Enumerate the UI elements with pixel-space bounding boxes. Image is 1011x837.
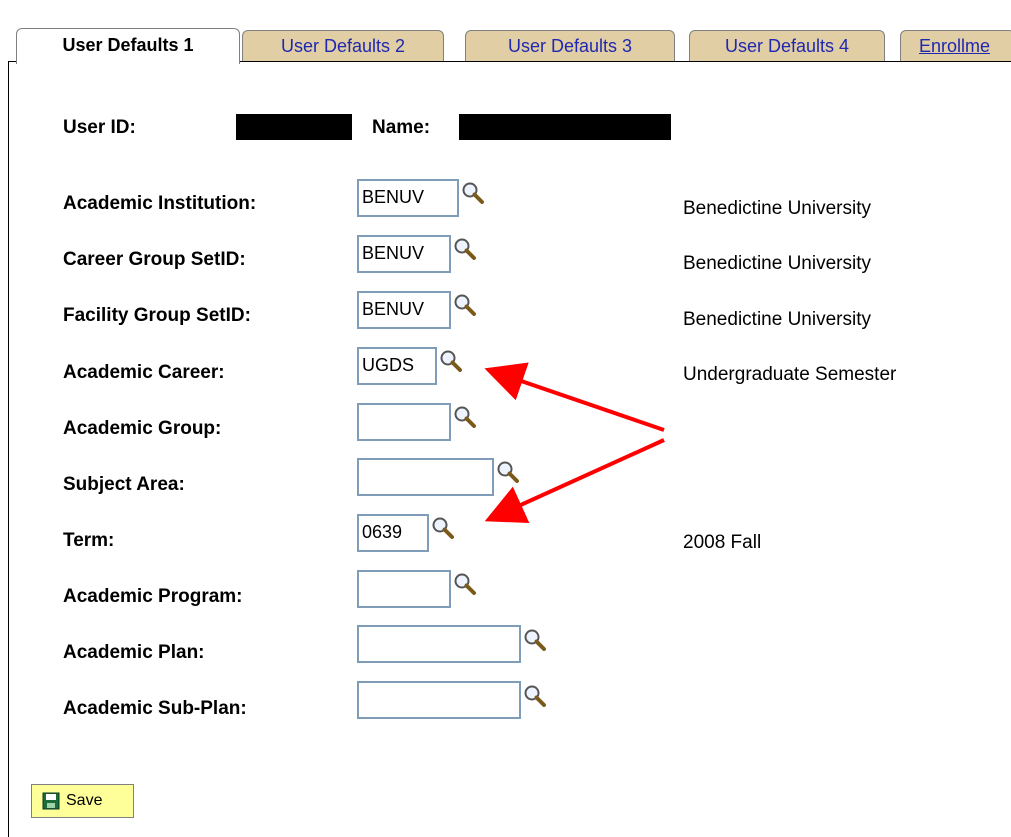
academic-plan-input[interactable]	[357, 625, 521, 663]
facility-group-setid-input[interactable]: BENUV	[357, 291, 451, 329]
tab-user-defaults-3[interactable]: User Defaults 3	[465, 30, 675, 62]
field-label-academic-plan: Academic Plan:	[63, 642, 205, 663]
academic-sub-plan-input[interactable]	[357, 681, 521, 719]
field-label-term: Term:	[63, 530, 115, 551]
tab-label: User Defaults 4	[724, 36, 850, 56]
academic-career-description: Undergraduate Semester	[683, 364, 897, 385]
term-input[interactable]: 0639	[357, 514, 429, 552]
tab-label: Enrollme	[919, 36, 991, 56]
field-label-academic-career: Academic Career:	[63, 362, 225, 383]
subject-area-input[interactable]	[357, 458, 494, 496]
tab-label: User Defaults 3	[507, 36, 633, 56]
content-panel	[8, 61, 1011, 837]
lookup-icon[interactable]	[453, 405, 477, 429]
tab-user-defaults-1[interactable]: User Defaults 1	[16, 28, 240, 64]
academic-institution-description: Benedictine University	[683, 198, 871, 219]
save-label: Save	[66, 792, 103, 809]
career-group-setid-input[interactable]: BENUV	[357, 235, 451, 273]
tab-strip: User Defaults 1 User Defaults 2 User Def…	[14, 22, 1011, 64]
tab-label: User Defaults 1	[62, 35, 194, 55]
name-label: Name:	[372, 117, 431, 138]
lookup-icon[interactable]	[431, 516, 455, 540]
lookup-icon[interactable]	[453, 572, 477, 596]
lookup-icon[interactable]	[439, 349, 463, 373]
user-id-label: User ID:	[63, 117, 136, 138]
tab-label: User Defaults 2	[280, 36, 406, 56]
lookup-icon[interactable]	[496, 460, 520, 484]
field-label-facility-group-setid: Facility Group SetID:	[63, 305, 251, 326]
save-button[interactable]: Save	[31, 784, 134, 818]
tab-user-defaults-2[interactable]: User Defaults 2	[242, 30, 444, 62]
lookup-icon[interactable]	[523, 684, 547, 708]
name-redacted	[459, 114, 671, 140]
field-label-academic-sub-plan: Academic Sub-Plan:	[63, 698, 247, 719]
floppy-disk-icon	[42, 792, 60, 810]
field-label-academic-institution: Academic Institution:	[63, 193, 257, 214]
tab-user-defaults-4[interactable]: User Defaults 4	[689, 30, 885, 62]
lookup-icon[interactable]	[461, 181, 485, 205]
field-label-subject-area: Subject Area:	[63, 474, 185, 495]
lookup-icon[interactable]	[453, 293, 477, 317]
lookup-icon[interactable]	[523, 628, 547, 652]
field-label-academic-program: Academic Program:	[63, 586, 243, 607]
academic-career-input[interactable]: UGDS	[357, 347, 437, 385]
lookup-icon[interactable]	[453, 237, 477, 261]
field-label-career-group-setid: Career Group SetID:	[63, 249, 246, 270]
academic-program-input[interactable]	[357, 570, 451, 608]
academic-institution-input[interactable]: BENUV	[357, 179, 459, 217]
term-description: 2008 Fall	[683, 532, 762, 553]
tab-enrollment[interactable]: Enrollme	[900, 30, 1011, 62]
field-label-academic-group: Academic Group:	[63, 418, 222, 439]
facility-group-setid-description: Benedictine University	[683, 309, 871, 330]
academic-group-input[interactable]	[357, 403, 451, 441]
user-id-redacted	[236, 114, 352, 140]
career-group-setid-description: Benedictine University	[683, 253, 871, 274]
